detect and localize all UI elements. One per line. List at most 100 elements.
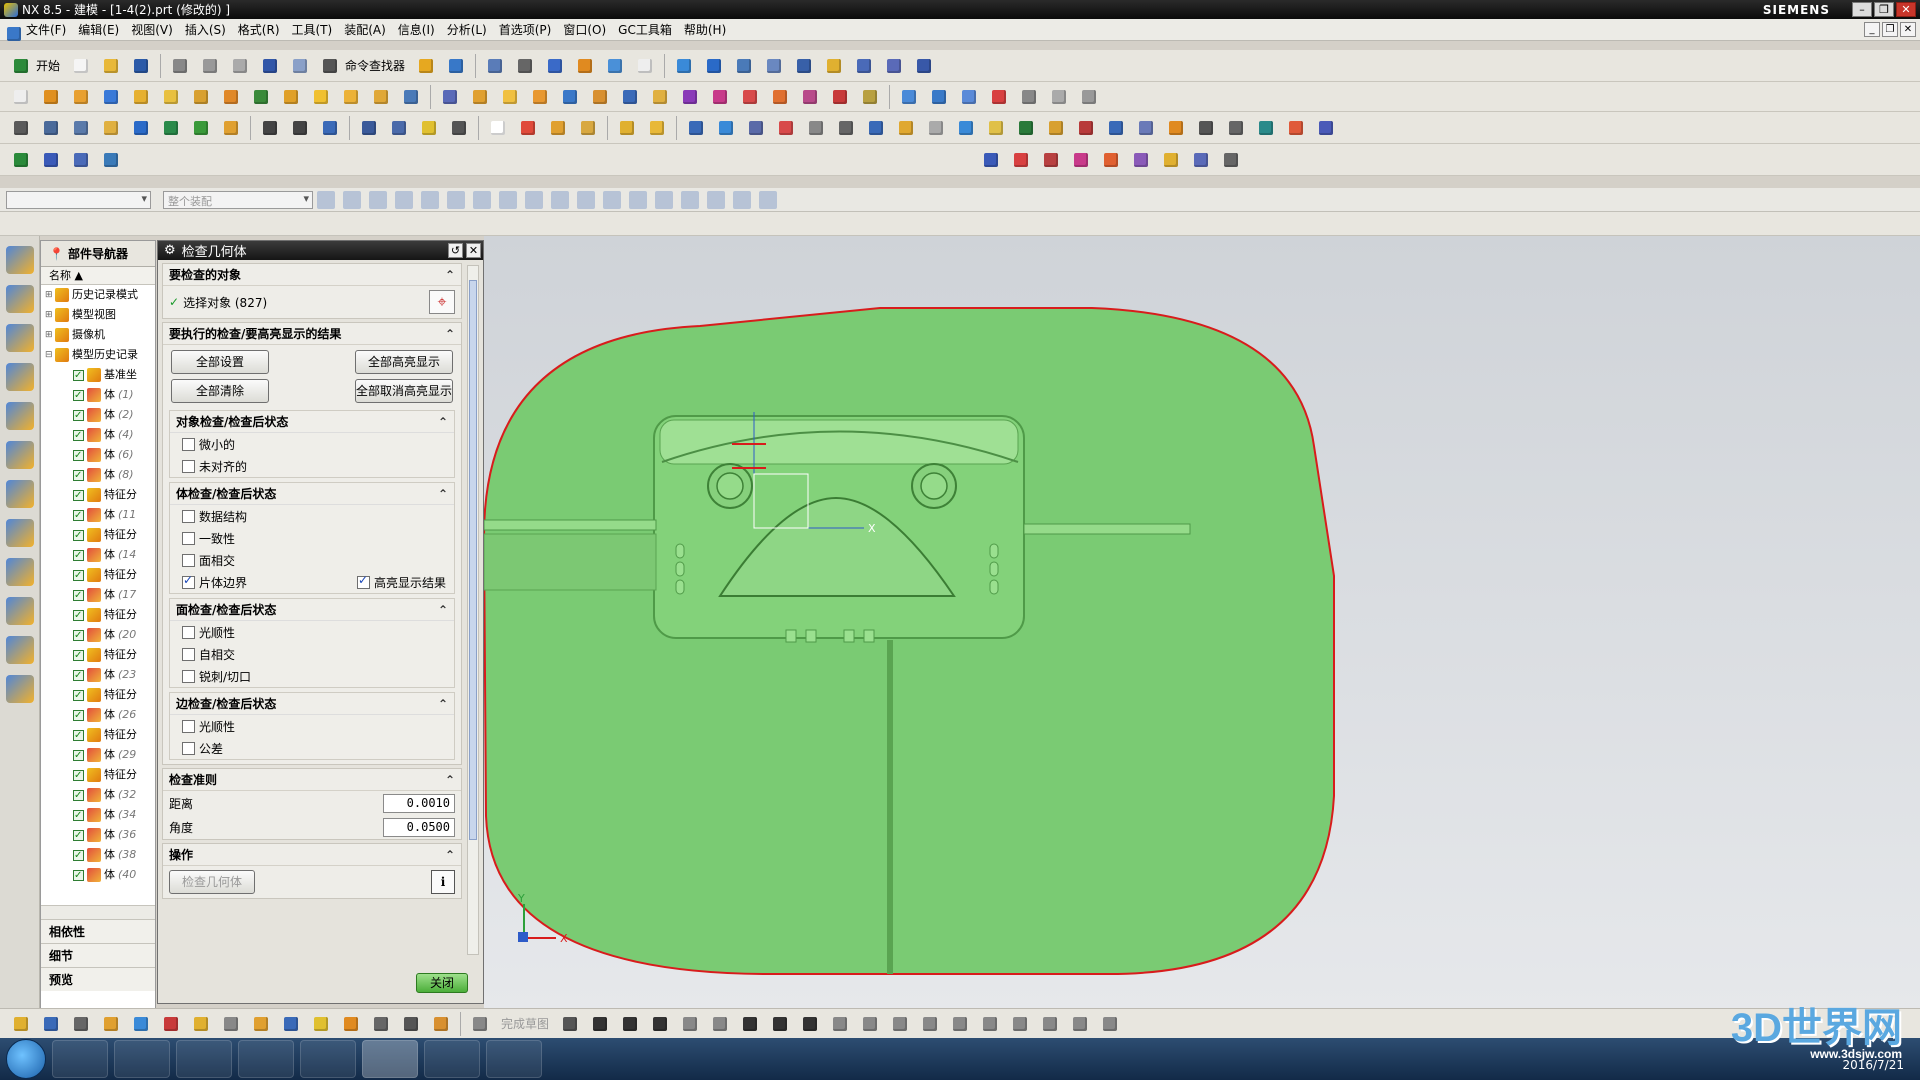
pattern-icon[interactable] [738,85,762,109]
start-button[interactable] [6,1039,46,1079]
menu-format[interactable]: 格式(R) [232,21,286,38]
menu-tools[interactable]: 工具(T) [286,21,339,38]
point-sketch-icon[interactable] [798,1012,822,1036]
sew-icon[interactable] [684,116,708,140]
component-icon[interactable] [129,1012,153,1036]
center-snap-icon[interactable] [629,190,647,209]
tree-row[interactable]: ⊞ 历史记录模式 [41,285,155,305]
sphere-icon[interactable] [189,85,213,109]
mdi-restore-button[interactable]: ❐ [1882,22,1898,37]
project-curve-icon[interactable] [387,116,411,140]
copy-icon[interactable] [198,54,222,78]
edge-checks-header[interactable]: 边检查/检查后状态 ⌃ [170,693,454,715]
tree-row[interactable]: 特征分 [41,685,155,705]
visibility-checkbox[interactable] [73,366,84,385]
tree-row[interactable]: 特征分 [41,765,155,785]
quick-extend-icon[interactable] [888,1012,912,1036]
visibility-checkbox[interactable] [73,866,84,885]
pocket-icon[interactable] [279,85,303,109]
resize-blend-icon[interactable] [1047,85,1071,109]
extract-geometry-icon[interactable] [1074,116,1098,140]
midpoint-snap-icon[interactable] [551,190,569,209]
offset-surface-icon[interactable] [924,116,948,140]
curve-rule-icon[interactable] [395,190,413,209]
extrude-icon[interactable] [39,85,63,109]
check-edge-smoothness-row[interactable]: 光顺性 [170,715,454,737]
match-edge-icon[interactable] [1189,148,1213,172]
tree-row[interactable]: 体(2) [41,405,155,425]
patch-icon[interactable] [714,116,738,140]
auto-constrain-icon[interactable] [1008,1012,1032,1036]
visibility-checkbox[interactable] [73,686,84,705]
n-sided-icon[interactable] [576,116,600,140]
snap-view-icon[interactable] [9,1012,33,1036]
collapse-icon[interactable]: ⌃ [445,323,455,345]
history-icon[interactable] [6,480,34,508]
taskbar-nx[interactable] [362,1040,418,1078]
roles-icon[interactable] [6,636,34,664]
extend-sheet-icon[interactable] [744,116,768,140]
trim-extend-icon[interactable] [979,148,1003,172]
tree-row[interactable]: 特征分 [41,645,155,665]
view-cube-icon[interactable] [39,1012,63,1036]
collapse-icon[interactable]: ⌃ [445,769,455,791]
groove-icon[interactable] [369,85,393,109]
start-label[interactable]: 开始 [36,57,60,74]
part-navigator-icon[interactable] [6,324,34,352]
model-view[interactable]: X [484,236,1920,1016]
visibility-checkbox[interactable] [73,406,84,425]
analysis-icon[interactable] [762,54,786,78]
fillet-icon[interactable] [678,1012,702,1036]
datum-csys-icon[interactable] [189,116,213,140]
selection-icon[interactable] [444,54,468,78]
tree-row[interactable]: 体(36 [41,825,155,845]
crosshair-select-icon[interactable]: ⌖ [429,290,455,314]
curve-on-surface-icon[interactable] [357,116,381,140]
close-button[interactable]: ✕ [1896,2,1916,17]
select-object-row[interactable]: ✓ 选择对象 (827) ⌖ [163,286,461,318]
navigator-horizontal-scrollbar[interactable] [41,905,155,919]
isoparametric-icon[interactable] [1044,116,1068,140]
snap-settings-icon[interactable] [317,190,335,209]
type-filter-combo[interactable] [6,190,151,209]
face-rule-icon[interactable] [421,190,439,209]
cone-icon[interactable] [159,85,183,109]
section-details[interactable]: 细节 [41,943,155,967]
trim-sheet-icon[interactable] [774,116,798,140]
highlight-results-option[interactable]: 高亮显示结果 [356,573,446,591]
through-mesh-icon[interactable] [516,116,540,140]
point-on-curve-snap-icon[interactable] [707,190,725,209]
menu-info[interactable]: 信息(I) [392,21,441,38]
feature-select-icon[interactable] [369,190,387,209]
highlight-results-checkbox[interactable] [356,573,370,589]
trim-body-icon[interactable] [528,85,552,109]
table-icon[interactable] [1194,116,1218,140]
tree-row[interactable]: 体(6) [41,445,155,465]
taskbar-app-4[interactable] [238,1040,294,1078]
angle-field[interactable]: 0.0500 [383,817,455,837]
tree-row[interactable]: 体(32 [41,785,155,805]
object-checks-header[interactable]: 对象检查/检查后状态 ⌃ [170,411,454,433]
consistency-checkbox[interactable] [182,531,195,545]
graphics-window[interactable]: X [484,236,1920,1016]
dialog-reset-icon[interactable]: ↺ [448,243,463,258]
circle-icon[interactable] [648,1012,672,1036]
check-sheet-boundary-row[interactable]: 片体边界 高亮显示结果 [170,571,454,593]
menu-preferences[interactable]: 首选项(P) [493,21,558,38]
finish-sketch-label[interactable]: 完成草图 [501,1015,549,1032]
join-face-icon[interactable] [864,116,888,140]
styled-sweep-icon[interactable] [1069,148,1093,172]
constraint-navigator-icon[interactable] [6,285,34,313]
check-face-intersection-row[interactable]: 面相交 [170,549,454,571]
orient-view-icon[interactable] [543,54,567,78]
face-intersection-checkbox[interactable] [182,553,195,567]
untrim-icon[interactable] [804,116,828,140]
silhouette-icon[interactable] [984,116,1008,140]
visibility-checkbox[interactable] [73,666,84,685]
subtract-icon[interactable] [468,85,492,109]
tolerance-checkbox[interactable] [182,741,195,755]
menu-edit[interactable]: 编辑(E) [72,21,125,38]
offset-sketch-icon[interactable] [828,1012,852,1036]
tree-row[interactable]: 体(20 [41,625,155,645]
divide-face-icon[interactable] [834,116,858,140]
